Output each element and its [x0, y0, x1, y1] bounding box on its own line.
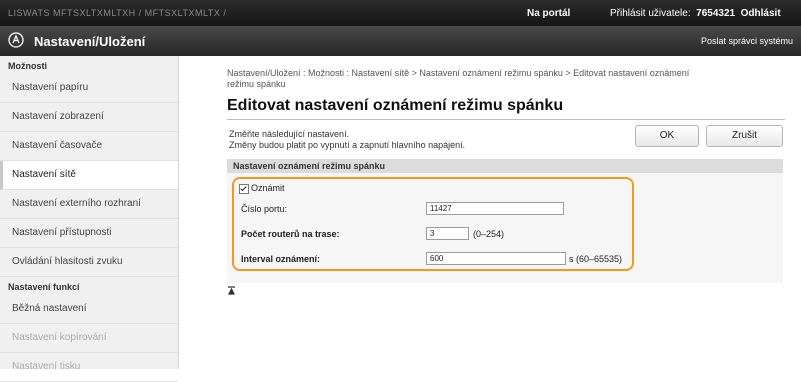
sidebar-item-print[interactable]: Nastavení tisku	[0, 353, 178, 382]
sidebar-item-common[interactable]: Běžná nastavení	[0, 295, 178, 324]
mail-admin-link[interactable]: Poslat správci systému	[701, 36, 793, 46]
page-top-icon[interactable]	[227, 286, 236, 298]
sidebar-item-timer[interactable]: Nastavení časovače	[0, 132, 178, 161]
port-label: Číslo portu:	[241, 204, 288, 214]
sidebar-section-options: Možnosti	[8, 61, 47, 71]
portal-link[interactable]: Na portál	[527, 8, 570, 19]
logout-link[interactable]: Odhlásit	[741, 8, 781, 19]
description: Změňte následující nastavení. Změny budo…	[229, 129, 465, 151]
description-line-1: Změňte následující nastavení.	[229, 129, 350, 139]
app-header: Nastavení/Uložení Poslat správci systému	[0, 26, 801, 56]
routers-input[interactable]: 3	[426, 227, 469, 240]
sidebar-item-network[interactable]: Nastavení sítě	[0, 161, 178, 190]
title-divider	[227, 119, 785, 120]
notify-checkbox[interactable]	[239, 183, 249, 194]
device-path: LISWATS MFTSXLTXMLTXH / MFTSXLTXMLTX /	[8, 8, 227, 18]
sidebar: Možnosti Nastavení papíru Nastavení zobr…	[0, 56, 179, 382]
notify-row[interactable]: Oznámit	[239, 182, 285, 194]
settings-logo-icon	[8, 32, 24, 48]
interval-range: s (60–65535)	[569, 254, 623, 264]
interval-input[interactable]: 600	[426, 252, 566, 265]
sidebar-item-copy[interactable]: Nastavení kopírování	[0, 324, 178, 353]
section-header: Nastavení oznámení režimu spánku	[227, 159, 783, 173]
main-content: Nastavení/Uložení : Možnosti : Nastavení…	[179, 56, 801, 369]
port-input[interactable]: 11427	[426, 202, 564, 215]
interval-label: Interval oznámení:	[241, 254, 321, 264]
breadcrumb-line-1[interactable]: Nastavení/Uložení : Možnosti : Nastavení…	[227, 68, 787, 79]
sidebar-item-display[interactable]: Nastavení zobrazení	[0, 103, 178, 132]
sidebar-item-accessibility[interactable]: Nastavení přístupnosti	[0, 219, 178, 248]
sidebar-item-paper[interactable]: Nastavení papíru	[0, 74, 178, 103]
description-line-2: Změny budou platit po vypnutí a zapnutí …	[229, 140, 466, 150]
page-title: Editovat nastavení oznámení režimu spánk…	[227, 97, 564, 114]
sidebar-section-functions: Nastavení funkcí	[8, 282, 80, 292]
top-bar: LISWATS MFTSXLTXMLTXH / MFTSXLTXMLTX / N…	[0, 0, 801, 26]
notify-label: Oznámit	[251, 183, 285, 193]
routers-label: Počet routerů na trase:	[241, 229, 340, 239]
app-title: Nastavení/Uložení	[34, 34, 146, 49]
sidebar-item-external-interface[interactable]: Nastavení externího rozhraní	[0, 190, 178, 219]
breadcrumb-line-2: režimu spánku	[227, 79, 286, 89]
user-id: 7654321	[696, 8, 736, 19]
breadcrumb: Nastavení/Uložení : Možnosti : Nastavení…	[227, 68, 787, 90]
routers-range: (0–254)	[473, 229, 505, 239]
cancel-button[interactable]: Zrušit	[706, 125, 783, 147]
user-label: Přihlásit uživatele:	[610, 8, 691, 19]
sidebar-item-volume[interactable]: Ovládání hlasitosti zvuku	[0, 248, 178, 277]
user-info: Přihlásit uživatele: 7654321 Odhlásit	[610, 8, 781, 19]
ok-button[interactable]: OK	[635, 125, 699, 147]
